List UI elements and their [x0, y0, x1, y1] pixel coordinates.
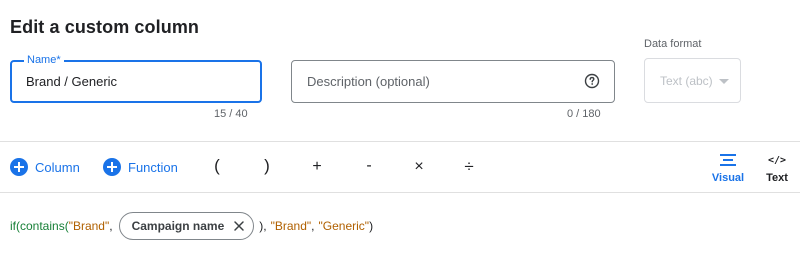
data-format-select[interactable]: Text (abc): [644, 58, 741, 103]
formula-punctuation: ),: [259, 219, 267, 233]
divide-operator-button[interactable]: ÷: [459, 157, 479, 177]
formula-function-text: if(contains(: [10, 219, 69, 233]
code-icon: </>: [767, 154, 787, 166]
column-chip-label: Campaign name: [131, 219, 225, 233]
toolbar-divider-bottom: [0, 192, 800, 193]
add-circle-icon: [10, 158, 28, 176]
name-field-label: Name*: [24, 53, 64, 67]
name-char-counter: 15 / 40: [214, 108, 248, 120]
add-column-label: Column: [35, 159, 80, 175]
formula-string-arg: "Brand": [270, 219, 312, 233]
formula-comma: ,: [311, 219, 315, 233]
dialog-title: Edit a custom column: [10, 17, 200, 37]
minus-operator-button[interactable]: -: [359, 157, 379, 175]
formula-string-arg: "Brand": [68, 219, 110, 233]
add-function-label: Function: [128, 159, 178, 175]
name-field-value[interactable]: Brand / Generic: [26, 74, 117, 89]
description-field[interactable]: Description (optional): [291, 60, 615, 103]
description-placeholder[interactable]: Description (optional): [307, 74, 430, 89]
data-format-label: Data format: [644, 38, 702, 50]
column-chip[interactable]: Campaign name: [118, 212, 255, 240]
visual-mode-label: Visual: [711, 172, 745, 184]
add-circle-icon: [103, 158, 121, 176]
toolbar-divider-top: [0, 141, 800, 142]
data-format-value: Text (abc): [660, 74, 713, 88]
plus-operator-button[interactable]: +: [307, 158, 327, 176]
close-paren-button[interactable]: ): [257, 156, 277, 176]
chevron-down-icon: [719, 79, 729, 84]
formula-string-arg: "Generic": [318, 219, 370, 233]
formula-editor[interactable]: if(contains( "Brand" , Campaign name ), …: [10, 211, 373, 241]
help-circle-icon[interactable]: [584, 73, 600, 89]
visual-mode-toggle[interactable]: Visual: [709, 151, 747, 184]
multiply-operator-button[interactable]: ×: [409, 158, 429, 176]
text-mode-toggle[interactable]: </> Text: [761, 151, 793, 185]
name-field[interactable]: Name* Brand / Generic: [10, 53, 262, 103]
visual-editor-icon: [709, 151, 747, 169]
formula-close-paren: ): [369, 219, 374, 233]
description-char-counter: 0 / 180: [567, 108, 601, 120]
text-mode-label: Text: [766, 172, 788, 184]
add-function-button[interactable]: Function: [103, 158, 178, 176]
open-paren-button[interactable]: (: [207, 156, 227, 176]
close-icon[interactable]: [233, 220, 245, 232]
add-column-button[interactable]: Column: [10, 158, 80, 176]
formula-comma: ,: [109, 219, 113, 233]
